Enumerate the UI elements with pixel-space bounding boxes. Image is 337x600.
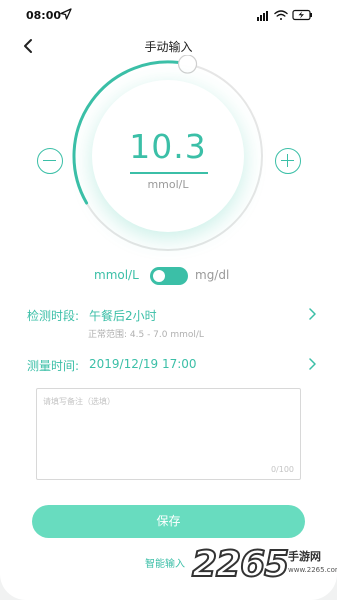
app-screen: 08:00 手动输入 10.3 mmol/L mmol/L mg/dl 检测时段… [0, 0, 337, 600]
status-bar: 08:00 [0, 0, 337, 30]
plus-circle-icon[interactable] [275, 148, 301, 174]
wifi-icon [274, 10, 288, 20]
unit-mmol-label[interactable]: mmol/L [94, 268, 139, 282]
watermark-logo: 2265 手游网 www.2265.com [191, 543, 337, 590]
value-underline [130, 172, 208, 174]
measure-time-row[interactable]: 测量时间: 2019/12/19 17:00 [27, 355, 317, 375]
status-time: 08:00 [26, 9, 62, 22]
chevron-right-icon [309, 308, 316, 320]
chevron-right-icon [309, 358, 316, 370]
status-icons [257, 9, 312, 21]
signal-icon [257, 11, 268, 21]
measure-period-row[interactable]: 检测时段: 午餐后2小时 [27, 305, 317, 325]
note-box: 0/100 [36, 388, 301, 480]
watermark-url: www.2265.com [288, 566, 337, 574]
glucose-unit: mmol/L [147, 178, 189, 191]
battery-icon [292, 9, 312, 21]
unit-toggle-row: mmol/L mg/dl [0, 266, 337, 286]
unit-mgdl-label[interactable]: mg/dl [195, 268, 229, 282]
page-title: 手动输入 [144, 40, 193, 54]
normal-range-text: 正常范围: 4.5 - 7.0 mmol/L [88, 330, 204, 340]
minus-circle-icon[interactable] [37, 148, 63, 174]
unit-switch[interactable] [150, 267, 188, 285]
measure-period-label: 检测时段: [27, 309, 80, 323]
gauge-handle [177, 55, 198, 74]
note-input[interactable] [37, 389, 300, 459]
measure-period-value: 午餐后2小时 [89, 309, 157, 323]
watermark-text: 手游网 [288, 550, 321, 563]
save-button[interactable]: 保存 [32, 505, 305, 538]
measure-time-label: 测量时间: [27, 359, 80, 373]
smart-input-link[interactable]: 智能输入 [145, 555, 185, 570]
location-arrow-icon [60, 8, 72, 20]
glucose-value[interactable]: 10.3 [92, 127, 244, 166]
unit-switch-knob [153, 270, 165, 282]
note-char-counter: 0/100 [270, 465, 294, 474]
watermark-number: 2265 [191, 543, 290, 586]
measure-time-value: 2019/12/19 17:00 [89, 357, 197, 371]
